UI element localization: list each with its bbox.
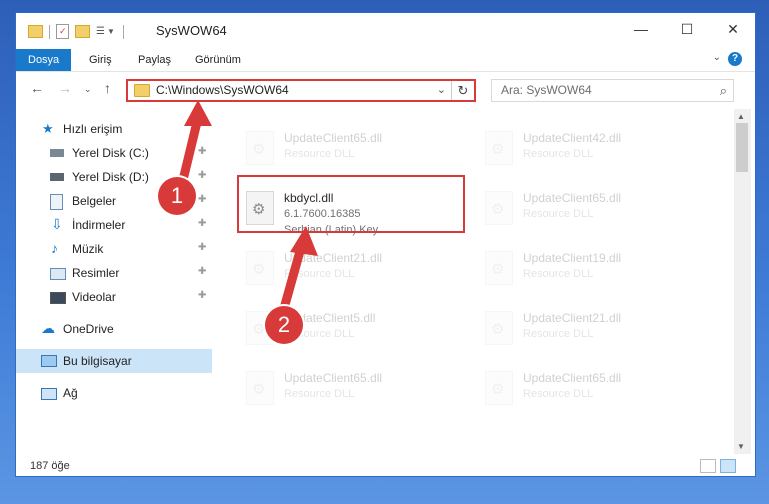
annotation-arrows	[178, 100, 318, 317]
arrow-to-file	[278, 239, 307, 317]
arrow-head	[290, 226, 318, 256]
step-2-badge: 2	[265, 306, 303, 344]
arrow-to-address-bar	[178, 113, 203, 185]
arrow-head	[184, 100, 212, 126]
step-1-badge: 1	[158, 177, 196, 215]
